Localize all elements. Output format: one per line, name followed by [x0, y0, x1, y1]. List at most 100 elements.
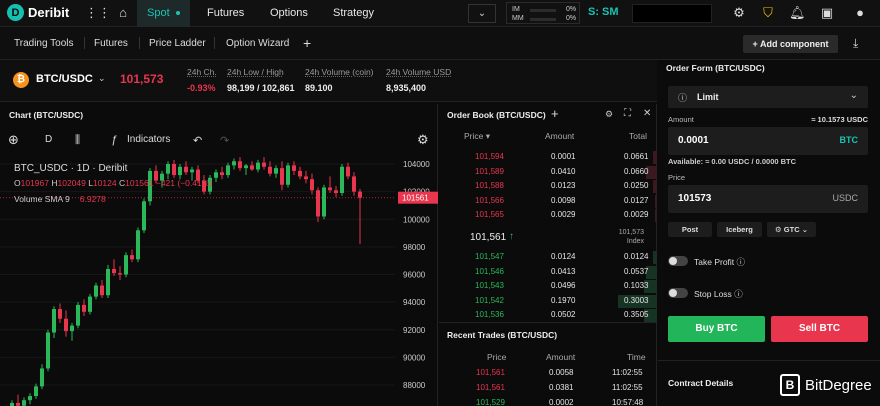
im-percent: 0% — [566, 6, 577, 13]
y-tick-label: 98000 — [403, 243, 426, 252]
toolbar-price-ladder[interactable]: Price Ladder — [149, 38, 206, 49]
account-dropdown-chevron-icon[interactable]: ⌄ — [468, 4, 496, 23]
bid-row[interactable]: 101,542 0.1970 0.3003 — [439, 294, 657, 308]
bid-row[interactable]: 101,536 0.0502 0.3505 — [439, 309, 657, 322]
stop-loss-toggle[interactable] — [668, 288, 688, 298]
info-icon: ⓘ — [736, 257, 746, 267]
sort-caret-icon: ▾ — [485, 131, 491, 141]
recent-trades-panel: Recent Trades (BTC/USDC) Price Amount Ti… — [439, 322, 657, 406]
chart-settings-gear-icon[interactable]: ⚙ — [417, 132, 429, 148]
user-icon[interactable]: ● — [852, 5, 868, 20]
candle-body — [82, 304, 86, 312]
redo-icon[interactable]: ↷ — [220, 134, 229, 147]
depth-bar — [653, 180, 657, 193]
undo-icon[interactable]: ↶ — [193, 134, 202, 147]
settings-gear-icon[interactable]: ⚙ — [605, 109, 613, 120]
chevron-down-icon[interactable]: ⌄ — [98, 73, 106, 84]
ask-row[interactable]: 101,566 0.0098 0.0127 — [439, 194, 657, 208]
toolbar-futures[interactable]: Futures — [94, 38, 128, 49]
contract-details-title[interactable]: Contract Details — [668, 378, 733, 388]
chevron-down-icon: ⌄ — [849, 90, 858, 101]
sell-button[interactable]: Sell BTC — [771, 316, 868, 342]
chart-legend: BTC_USDC · 1D · Deribit — [14, 163, 128, 174]
bell-icon[interactable]: 🔔︎ — [789, 5, 806, 21]
shield-icon[interactable]: ⛉ — [760, 5, 776, 21]
available-balance: Available: ≈ 0.00 USDC / 0.0000 BTC — [668, 157, 797, 166]
add-component-button[interactable]: + Add component — [743, 35, 838, 53]
post-only-chip[interactable]: Post — [668, 222, 712, 237]
candlestick-chart[interactable]: 1040001020001000009800096000940009200090… — [0, 153, 438, 406]
buy-button[interactable]: Buy BTC — [668, 316, 765, 342]
bid-price: 101,536 — [475, 310, 504, 319]
wallet-icon[interactable]: ▣ — [819, 5, 835, 21]
price-unit: USDC — [832, 193, 858, 203]
candle-body — [184, 166, 188, 173]
deribit-logo[interactable]: D Deribit — [7, 4, 69, 21]
candle-body — [172, 164, 176, 176]
apps-grid-icon[interactable]: ⋮⋮ — [85, 6, 111, 20]
bid-row[interactable]: 101,546 0.0413 0.0537 — [439, 265, 657, 279]
ask-row[interactable]: 101,594 0.0001 0.0661 — [439, 151, 657, 164]
ask-row[interactable]: 101,588 0.0123 0.0250 — [439, 180, 657, 193]
ask-amount: 0.0123 — [551, 181, 576, 190]
bid-amount: 0.0502 — [551, 310, 576, 319]
tab-spot[interactable]: Spot — [137, 0, 190, 27]
divider — [84, 37, 85, 49]
stop-loss-label: Stop Loss ⓘ — [694, 288, 743, 300]
candle-body — [214, 172, 218, 178]
subaccount-label[interactable]: S: SM — [588, 6, 619, 18]
trade-amount: 0.0381 — [549, 383, 574, 392]
candle-type-icon[interactable]: ⫼ — [75, 134, 80, 147]
tab-options[interactable]: Options — [270, 0, 308, 27]
time-in-force-select[interactable]: ⚙ GTC ⌄ — [767, 222, 816, 237]
amount-unit-toggle[interactable]: BTC — [840, 135, 859, 145]
header-price: Price — [487, 352, 507, 362]
add-tab-plus-icon[interactable]: + — [303, 35, 311, 51]
ask-total: 0.0127 — [624, 195, 649, 205]
bid-total: 0.1033 — [624, 281, 649, 290]
iceberg-chip[interactable]: Iceberg — [717, 222, 762, 237]
header-price[interactable]: Price ▾ — [464, 131, 490, 142]
ask-amount: 0.0098 — [551, 195, 576, 205]
close-icon[interactable]: ✕ — [643, 108, 651, 119]
bid-amount: 0.0496 — [551, 281, 576, 290]
price-input[interactable]: 101573 USDC — [668, 185, 868, 213]
collapse-toolbar-icon[interactable]: ⤓ — [853, 36, 858, 51]
stop-loss-text: Stop Loss — [694, 289, 732, 299]
indicators-button[interactable]: Indicators — [127, 134, 170, 145]
ask-row[interactable]: 101,565 0.0029 0.0029 — [439, 209, 657, 222]
add-plus-icon[interactable]: + — [551, 106, 559, 121]
ask-amount: 0.0001 — [551, 152, 576, 161]
candle-body — [136, 230, 140, 260]
y-tick-label: 94000 — [403, 298, 426, 307]
gear-icon: ⚙ — [774, 225, 782, 234]
bid-row[interactable]: 101,547 0.0124 0.0124 — [439, 251, 657, 264]
margin-indicator[interactable]: IM 0% MM 0% — [506, 2, 580, 24]
bid-price: 101,546 — [475, 266, 504, 276]
gear-icon[interactable]: ⚙ — [731, 5, 747, 21]
toolbar-option-wizard[interactable]: Option Wizard — [226, 38, 289, 49]
instrument-selector[interactable]: BTC/USDC — [36, 73, 93, 85]
amount-input[interactable]: 0.0001 BTC — [668, 127, 868, 155]
add-symbol-plus-icon[interactable]: ⊕ — [8, 132, 19, 148]
tab-strategy[interactable]: Strategy — [333, 0, 374, 27]
interval-selector[interactable]: D — [45, 134, 52, 145]
toolbar-trading-tools[interactable]: Trading Tools — [14, 38, 73, 49]
candle-body — [316, 190, 320, 217]
y-tick-label: 92000 — [403, 326, 426, 335]
tab-futures[interactable]: Futures — [207, 0, 244, 27]
ohlc-change: −421 (−0.41%) — [155, 178, 213, 188]
home-icon[interactable]: ⌂ — [116, 6, 130, 20]
ask-amount: 0.0410 — [551, 166, 576, 176]
take-profit-toggle[interactable] — [668, 256, 688, 266]
amount-label: Amount — [668, 115, 694, 124]
order-type-select[interactable]: ⓘ Limit ⌄ — [668, 86, 868, 108]
candle-body — [298, 170, 302, 177]
bid-row[interactable]: 101,543 0.0496 0.1033 — [439, 280, 657, 293]
ohlc-low: 10124 — [92, 178, 117, 188]
indicators-fx-icon[interactable]: ƒ — [111, 134, 117, 146]
candle-body — [70, 325, 74, 332]
ask-row[interactable]: 101,589 0.0410 0.0660 — [439, 165, 657, 179]
take-profit-label: Take Profit ⓘ — [694, 256, 745, 268]
expand-icon[interactable]: ⛶ — [624, 108, 631, 119]
